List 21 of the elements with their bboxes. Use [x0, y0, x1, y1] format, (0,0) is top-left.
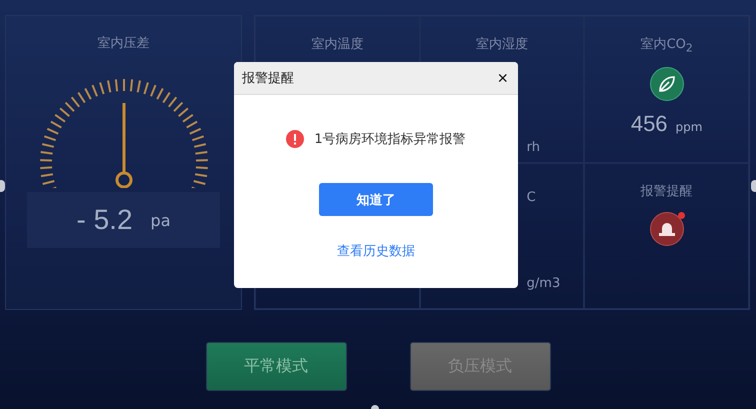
dialog-title: 报警提醒 [242, 70, 294, 87]
mode-button[interactable]: 平常模式 [206, 342, 346, 391]
leaf-icon [650, 66, 684, 101]
sensor-unit: g/m3 [526, 276, 560, 290]
panel-title: 室内压差 [98, 35, 150, 52]
sensor-title: 报警提醒 [640, 182, 693, 200]
history-link[interactable]: 查看历史数据 [337, 242, 415, 260]
sensor-value: 456 [630, 110, 668, 137]
sensor-unit: rh [526, 140, 540, 155]
close-button[interactable]: × [495, 69, 510, 87]
sensor-title: 室内湿度 [476, 36, 528, 53]
sensor-title: C [526, 190, 536, 204]
sensor-title: 室内温度 [311, 36, 364, 53]
pressure-value: - 5.2 [76, 204, 133, 236]
alert-message: 1号病房环境指标异常报警 [314, 131, 466, 148]
sensor-title: 室内CO$_{2}$ [640, 36, 693, 55]
sensor-unit: ppm [676, 120, 702, 134]
pressure-unit: pa [150, 210, 170, 230]
warning-icon [286, 130, 304, 148]
alarm-light-icon [650, 212, 684, 246]
confirm-button[interactable]: 知道了 [319, 183, 433, 216]
